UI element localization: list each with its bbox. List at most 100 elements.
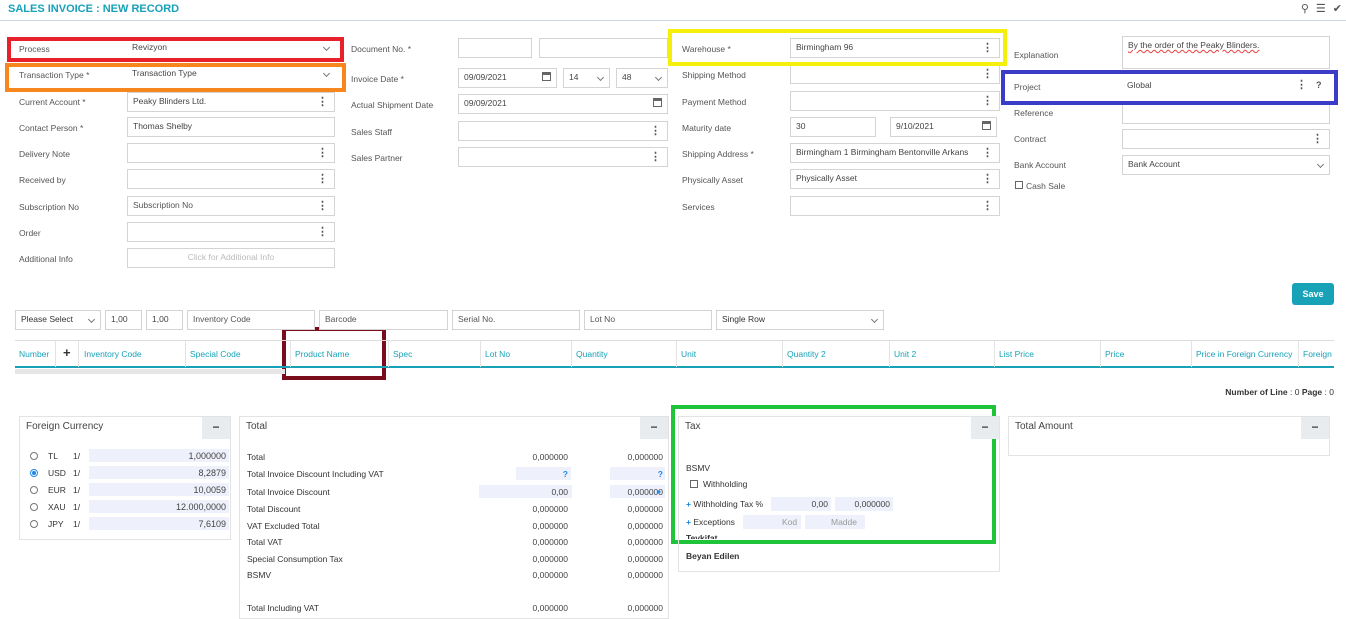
maturity-days-field[interactable]: 30 <box>790 117 876 137</box>
contract-field[interactable]: ⋮ <box>1122 129 1330 149</box>
total-value-1: 0,000000 <box>532 504 568 514</box>
invoice-hour-select[interactable]: 14 <box>563 68 610 88</box>
total-value-1: 0,000000 <box>532 603 568 613</box>
total-row-label: Total Invoice Discount Including VAT <box>247 469 384 479</box>
currency-rate-value: 1,000000 <box>188 451 226 461</box>
payment-method-label: Payment Method <box>682 97 747 107</box>
explanation-textarea[interactable]: By the order of the Peaky Blinders. <box>1122 36 1330 69</box>
more-icon[interactable]: ⋮ <box>1312 133 1323 145</box>
col-product-name[interactable]: Product Name <box>295 349 349 359</box>
bank-account-label: Bank Account <box>1014 160 1066 170</box>
invoice-minute-select[interactable]: 48 <box>616 68 668 88</box>
additional-info-button[interactable]: Click for Additional Info <box>127 248 335 268</box>
total-value-2: 0,000000 <box>627 570 663 580</box>
more-icon[interactable]: ⋮ <box>982 147 993 159</box>
col-unit-2[interactable]: Unit 2 <box>894 349 916 359</box>
bank-account-select[interactable]: Bank Account <box>1122 155 1330 175</box>
serial-no-input[interactable]: Serial No. <box>452 310 580 330</box>
inventory-code-input[interactable]: Inventory Code <box>187 310 315 330</box>
plus-icon[interactable]: + <box>686 517 691 527</box>
services-label: Services <box>682 202 715 212</box>
quantity-field-2[interactable]: 1,00 <box>146 310 183 330</box>
invoice-date-field[interactable]: 09/09/2021 <box>458 68 557 88</box>
collapse-icon[interactable]: − <box>640 417 668 439</box>
total-amount-panel: Total Amount − <box>1008 416 1330 456</box>
cash-sale-checkbox[interactable] <box>1015 181 1023 189</box>
col-price[interactable]: Price <box>1105 349 1124 359</box>
currency-radio-0[interactable] <box>30 452 38 460</box>
document-no-prefix-field[interactable] <box>458 38 532 58</box>
exceptions-row: + Exceptions <box>686 517 735 527</box>
more-icon[interactable]: ⋮ <box>317 96 328 108</box>
collapse-icon[interactable]: − <box>202 417 230 439</box>
more-icon[interactable]: ⋮ <box>982 200 993 212</box>
please-select-dropdown[interactable]: Please Select <box>15 310 101 330</box>
more-icon[interactable]: ⋮ <box>650 125 661 137</box>
col-foreign[interactable]: Foreign <box>1303 349 1332 359</box>
col-list-price[interactable]: List Price <box>999 349 1034 359</box>
barcode-input[interactable]: Barcode <box>319 310 448 330</box>
col-quantity[interactable]: Quantity <box>576 349 608 359</box>
arrow-icon[interactable]: ▸ <box>657 487 661 496</box>
current-account-field[interactable]: Peaky Blinders Ltd. ⋮ <box>127 92 335 112</box>
document-no-field[interactable] <box>539 38 668 58</box>
reference-field[interactable] <box>1122 104 1330 124</box>
col-price-foreign-currency[interactable]: Price in Foreign Currency <box>1196 349 1292 359</box>
more-icon[interactable]: ⋮ <box>982 68 993 80</box>
order-field[interactable]: ⋮ <box>127 222 335 242</box>
more-icon[interactable]: ⋮ <box>317 173 328 185</box>
sales-partner-field[interactable]: ⋮ <box>458 147 668 167</box>
calendar-icon[interactable] <box>542 72 551 81</box>
col-special-code[interactable]: Special Code <box>190 349 241 359</box>
search-icon[interactable]: ⚲ <box>1301 2 1309 15</box>
more-icon[interactable]: ⋮ <box>650 151 661 163</box>
save-button[interactable]: Save <box>1292 283 1334 305</box>
contact-person-field[interactable]: Thomas Shelby <box>127 117 335 137</box>
table-scrollbar[interactable] <box>15 369 285 374</box>
calendar-icon[interactable] <box>653 98 662 107</box>
currency-ratio: 1/ <box>73 519 81 529</box>
shipping-method-field[interactable]: ⋮ <box>790 64 1000 84</box>
currency-radio-3[interactable] <box>30 503 38 511</box>
currency-radio-1[interactable] <box>30 469 38 477</box>
add-row-icon[interactable]: + <box>63 345 71 360</box>
more-icon[interactable]: ⋮ <box>317 147 328 159</box>
more-icon[interactable]: ⋮ <box>317 200 328 212</box>
col-unit[interactable]: Unit <box>681 349 696 359</box>
physically-asset-field[interactable]: Physically Asset ⋮ <box>790 169 1000 189</box>
collapse-icon[interactable]: − <box>971 417 999 439</box>
subscription-no-field[interactable]: Subscription No ⋮ <box>127 196 335 216</box>
quantity-field-1[interactable]: 1,00 <box>105 310 142 330</box>
maturity-date-field[interactable]: 9/10/2021 <box>890 117 997 137</box>
totals-panel: Total − <box>239 416 669 619</box>
lot-no-input[interactable]: Lot No <box>584 310 712 330</box>
row-mode-select[interactable]: Single Row <box>716 310 884 330</box>
sales-staff-field[interactable]: ⋮ <box>458 121 668 141</box>
received-by-field[interactable]: ⋮ <box>127 169 335 189</box>
check-icon[interactable]: ✔ <box>1333 2 1342 15</box>
list-icon[interactable]: ☰ <box>1316 2 1326 15</box>
col-quantity-2[interactable]: Quantity 2 <box>787 349 826 359</box>
payment-method-field[interactable]: ⋮ <box>790 91 1000 111</box>
shipping-method-label: Shipping Method <box>682 70 746 80</box>
more-icon[interactable]: ⋮ <box>982 173 993 185</box>
reference-label: Reference <box>1014 108 1054 118</box>
col-lot-no[interactable]: Lot No <box>485 349 510 359</box>
services-field[interactable]: ⋮ <box>790 196 1000 216</box>
currency-radio-2[interactable] <box>30 486 38 494</box>
col-number[interactable]: Number <box>19 349 49 359</box>
kod-placeholder: Kod <box>782 517 798 527</box>
calendar-icon[interactable] <box>982 121 991 130</box>
currency-radio-4[interactable] <box>30 520 38 528</box>
plus-icon[interactable]: + <box>686 499 691 509</box>
col-inventory-code[interactable]: Inventory Code <box>84 349 142 359</box>
delivery-note-field[interactable]: ⋮ <box>127 143 335 163</box>
more-icon[interactable]: ⋮ <box>317 226 328 238</box>
more-icon[interactable]: ⋮ <box>982 95 993 107</box>
withholding-checkbox[interactable] <box>690 480 698 488</box>
shipping-address-field[interactable]: Birmingham 1 Birmingham Bentonville Arka… <box>790 143 1000 163</box>
col-spec[interactable]: Spec <box>393 349 412 359</box>
collapse-icon[interactable]: − <box>1301 417 1329 439</box>
actual-shipment-date-field[interactable]: 09/09/2021 <box>458 94 668 114</box>
cash-sale-label: Cash Sale <box>1026 181 1066 191</box>
